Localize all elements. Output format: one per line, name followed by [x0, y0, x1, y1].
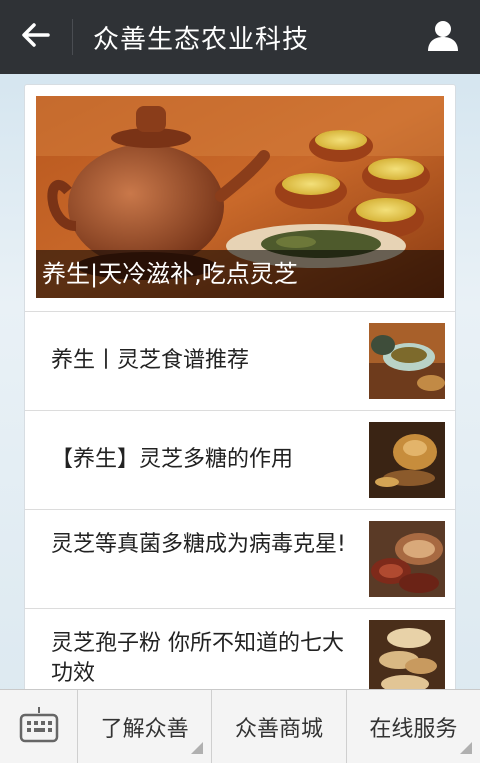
- article-title: 【养生】灵芝多糖的作用: [51, 447, 294, 472]
- top-bar: 众善生态农业科技: [0, 0, 480, 74]
- back-button[interactable]: [0, 0, 72, 74]
- article-thumbnail: [369, 521, 445, 597]
- submenu-indicator-icon: [459, 742, 472, 754]
- article-title: 养生丨灵芝食谱推荐: [51, 348, 250, 373]
- article-title: 灵芝孢子粉 你所不知道的七大功效: [51, 631, 344, 686]
- keyboard-icon: [19, 705, 59, 749]
- page-title: 众善生态农业科技: [93, 24, 310, 55]
- article-item[interactable]: 养生丨灵芝食谱推荐: [25, 311, 455, 410]
- menu-label: 在线服务: [369, 717, 458, 742]
- bottom-menu: 了解众善 众善商城 在线服务: [0, 689, 480, 763]
- keyboard-toggle-button[interactable]: [0, 690, 78, 763]
- news-card: 养生|天冷滋补,吃点灵芝 养生丨灵芝食谱推荐 【养生】灵芝多糖的作用 灵芝等真菌…: [24, 84, 456, 724]
- article-item[interactable]: 【养生】灵芝多糖的作用: [25, 410, 455, 509]
- article-thumbnail: [369, 323, 445, 399]
- arrow-left-icon: [22, 23, 50, 51]
- menu-label: 了解众善: [100, 717, 189, 742]
- article-title: 灵芝等真菌多糖成为病毒克星!: [51, 532, 346, 557]
- menu-label: 众善商城: [234, 717, 323, 742]
- article-item[interactable]: 灵芝等真菌多糖成为病毒克星!: [25, 509, 455, 608]
- submenu-indicator-icon: [191, 742, 204, 754]
- hero-caption: 养生|天冷滋补,吃点灵芝: [36, 250, 444, 298]
- article-thumbnail: [369, 422, 445, 498]
- menu-about-button[interactable]: 了解众善: [78, 690, 213, 763]
- article-thumbnail: [369, 620, 445, 696]
- menu-shop-button[interactable]: 众善商城: [212, 690, 347, 763]
- hero-article[interactable]: 养生|天冷滋补,吃点灵芝: [36, 96, 444, 298]
- menu-service-button[interactable]: 在线服务: [347, 690, 480, 763]
- profile-button[interactable]: [406, 0, 480, 74]
- user-icon: [426, 18, 460, 56]
